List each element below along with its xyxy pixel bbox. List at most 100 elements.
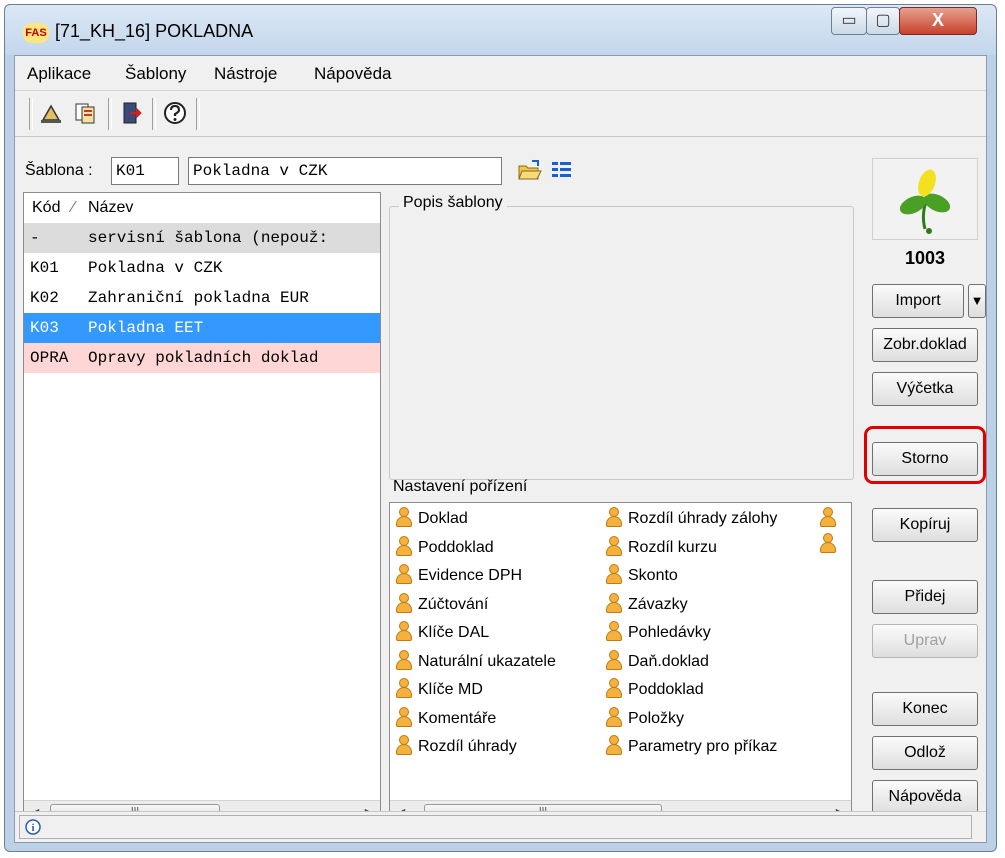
settings-item[interactable]: Doklad: [396, 505, 468, 533]
settings-panel: Doklad Poddoklad Evidence DPH Zúčtování Klíč…: [389, 502, 852, 826]
user-icon: [606, 564, 622, 585]
row-code: OPRA: [30, 349, 69, 367]
exit-door-icon[interactable]: [116, 98, 146, 128]
column-header-name[interactable]: Název: [88, 199, 133, 217]
document-icon[interactable]: [71, 98, 101, 128]
settings-item[interactable]: Parametry pro příkaz: [606, 733, 777, 761]
user-icon: [606, 592, 622, 613]
settings-item[interactable]: Skonto: [606, 562, 678, 590]
user-icon: [396, 535, 412, 556]
settings-item-label: Naturální ukazatele: [418, 652, 556, 670]
user-icon: [606, 706, 622, 727]
zobr-doklad-button[interactable]: Zobr.doklad: [872, 328, 978, 362]
uprav-button[interactable]: Uprav: [872, 624, 978, 658]
settings-item[interactable]: Položky: [606, 705, 684, 733]
title-bar[interactable]: FAS [71_KH_16] POKLADNA ▭ ▢ X: [5, 5, 996, 55]
help-icon[interactable]: [160, 98, 190, 128]
list-row[interactable]: K02 Zahraniční pokladna EUR: [24, 283, 380, 313]
document-counter: 1003: [904, 248, 946, 268]
settings-item-label: Pohledávky: [628, 624, 711, 641]
toolbar-separator: [196, 98, 200, 130]
row-name: Opravy pokladních doklad: [88, 349, 319, 367]
row-code: -: [30, 229, 40, 247]
close-icon: X: [931, 10, 944, 30]
toolbar-grip: [29, 98, 33, 130]
konec-button[interactable]: Konec: [872, 692, 978, 726]
template-code-field[interactable]: K01: [111, 157, 179, 185]
settings-item[interactable]: Komentáře: [396, 705, 496, 733]
settings-item-label: Doklad: [418, 510, 468, 527]
template-label: Šablona :: [25, 162, 93, 179]
user-icon: [606, 649, 622, 670]
settings-item-label: Závazky: [628, 595, 688, 613]
settings-item[interactable]: Rozdíl kurzu: [606, 534, 717, 562]
user-icon: [606, 621, 622, 642]
menu-napoveda[interactable]: Nápověda: [314, 64, 392, 84]
maximize-icon: ▢: [875, 12, 891, 29]
vycetka-button[interactable]: Výčetka: [872, 372, 978, 406]
settings-item-label: Rozdíl kurzu: [628, 538, 717, 556]
settings-item-label: Klíče MD: [418, 681, 483, 698]
settings-item[interactable]: Rozdíl úhrady zálohy: [606, 505, 777, 533]
description-groupbox: [389, 206, 854, 480]
template-list[interactable]: Kód ⁄ Název - servisní šablona (nepouž: K0…: [23, 192, 381, 826]
list-row[interactable]: K01 Pokladna v CZK: [24, 253, 380, 283]
storno-highlight-frame: [864, 426, 986, 484]
settings-item[interactable]: Pohledávky: [606, 619, 711, 647]
settings-item-label: Daň.doklad: [628, 652, 709, 670]
settings-item-label: Rozdíl úhrady zálohy: [628, 510, 778, 527]
napoveda-button[interactable]: Nápověda: [872, 780, 978, 814]
flower-logo-icon: [899, 169, 951, 234]
settings-item[interactable]: Rozdíl úhrady: [396, 733, 517, 761]
list-row[interactable]: - servisní šablona (nepouž:: [24, 223, 380, 253]
minimize-button[interactable]: ▭: [831, 7, 867, 35]
menu-sablony[interactable]: Šablony: [125, 64, 186, 84]
import-dropdown-button[interactable]: ▼: [968, 284, 986, 318]
edit-icon[interactable]: [37, 98, 67, 128]
settings-item-label: Poddoklad: [418, 538, 494, 556]
menu-aplikace[interactable]: Aplikace: [27, 64, 91, 84]
toolbar-separator: [152, 98, 156, 130]
settings-item[interactable]: Evidence DPH: [396, 562, 522, 590]
template-name-field[interactable]: Pokladna v CZK: [188, 157, 502, 185]
user-icon: [396, 564, 412, 585]
settings-title: Nastavení pořízení: [393, 478, 528, 495]
status-bar: i: [15, 811, 986, 842]
user-icon: [606, 535, 622, 556]
import-button[interactable]: Import: [872, 284, 964, 318]
row-code: K01: [30, 259, 59, 277]
list-header: Kód ⁄ Název: [24, 193, 380, 224]
settings-item[interactable]: Poddoklad: [396, 534, 494, 562]
user-icon: [606, 678, 622, 699]
settings-item[interactable]: Daň.doklad: [606, 648, 709, 676]
odloz-button[interactable]: Odlož: [872, 736, 978, 770]
pridej-button[interactable]: Přidej: [872, 580, 978, 614]
kopiruj-button[interactable]: Kopíruj: [872, 508, 978, 542]
settings-item-label: Položky: [628, 709, 685, 727]
open-folder-icon[interactable]: [517, 158, 543, 184]
user-icon: [606, 735, 622, 756]
list-icon[interactable]: [549, 158, 575, 184]
settings-item-label: Parametry pro příkaz: [628, 738, 778, 755]
user-icon: [396, 706, 412, 727]
settings-item[interactable]: Klíče DAL: [396, 619, 489, 647]
list-row[interactable]: K03 Pokladna EET: [24, 313, 380, 343]
row-code: K03: [30, 319, 59, 337]
info-icon: i: [25, 819, 41, 835]
settings-item[interactable]: Závazky: [606, 591, 688, 619]
minimize-icon: ▭: [841, 12, 857, 29]
client-area: Aplikace Šablony Nástroje Nápověda Šablo…: [14, 55, 987, 843]
settings-item[interactable]: Poddoklad: [606, 676, 704, 704]
column-header-code[interactable]: Kód: [32, 199, 60, 217]
sort-indicator-icon: ⁄: [72, 199, 75, 216]
user-icon: [396, 621, 412, 642]
settings-item[interactable]: Zúčtování: [396, 591, 488, 619]
settings-item-label: Klíče DAL: [418, 624, 490, 641]
settings-item[interactable]: Naturální ukazatele: [396, 648, 556, 676]
close-button[interactable]: X: [899, 7, 977, 35]
maximize-button[interactable]: ▢: [866, 7, 900, 35]
settings-item[interactable]: Klíče MD: [396, 676, 483, 704]
main-window: FAS [71_KH_16] POKLADNA ▭ ▢ X Aplikace Š…: [4, 4, 997, 852]
list-row[interactable]: OPRA Opravy pokladních doklad: [24, 343, 380, 373]
menu-nastroje[interactable]: Nástroje: [214, 64, 277, 84]
